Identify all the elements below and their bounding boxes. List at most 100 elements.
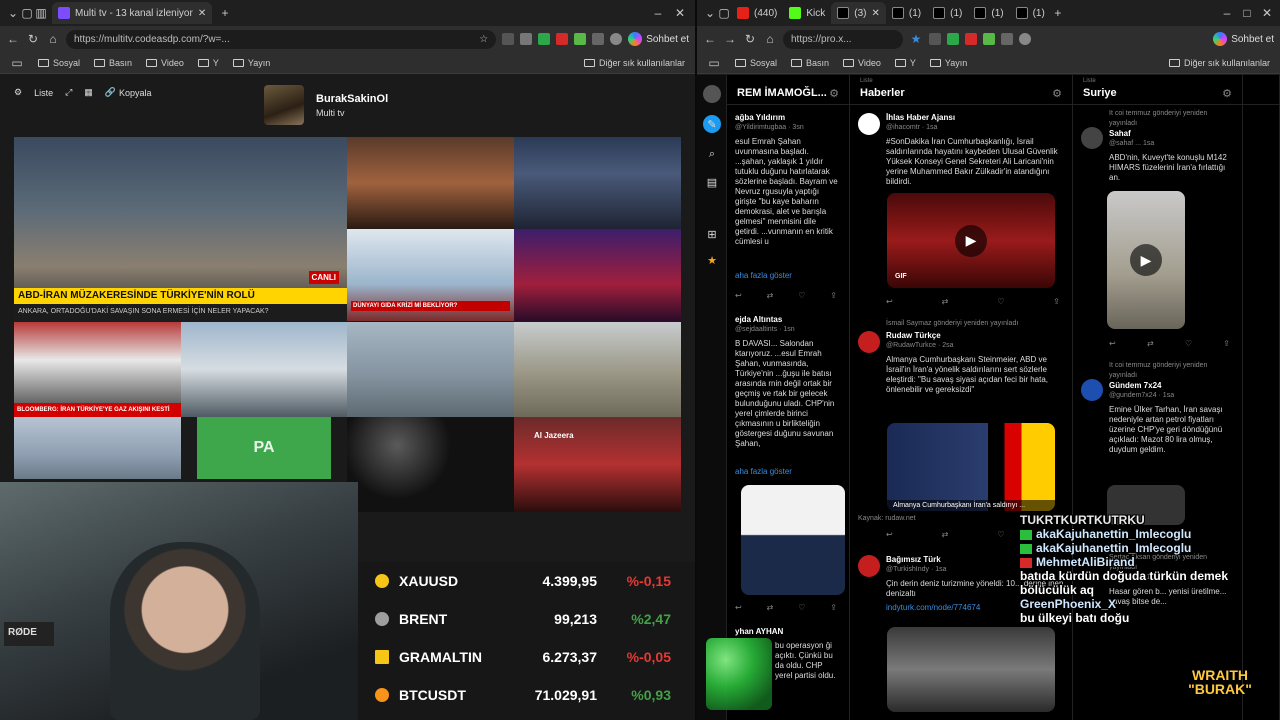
tweet-video[interactable]: ▶ — [1107, 191, 1185, 329]
bookmark-folder-y[interactable]: Y — [894, 58, 916, 68]
tweet-image[interactable]: Almanya Cumhurbaşkanı İran'a saldırıyı .… — [887, 423, 1055, 511]
video-tile[interactable] — [347, 137, 514, 229]
video-tile[interactable] — [347, 417, 514, 512]
search-icon[interactable]: ⌕ — [703, 145, 721, 163]
forward-icon[interactable]: → — [723, 32, 737, 46]
new-tab-icon[interactable]: + — [1051, 6, 1065, 20]
tab-multitv[interactable]: Multi tv - 13 kanal izleniyor ✕ — [52, 2, 212, 24]
back-icon[interactable]: ← — [703, 32, 717, 46]
favorite-star-icon[interactable]: ☆ — [479, 34, 488, 45]
play-icon[interactable]: ▶ — [1130, 244, 1162, 276]
tab-actions-icon[interactable]: ⌄ — [6, 6, 20, 20]
play-icon[interactable]: ▶ — [955, 224, 987, 257]
home-icon[interactable]: ⌂ — [46, 32, 60, 46]
gear-icon[interactable]: ⚙ — [1222, 87, 1232, 100]
copy-button[interactable]: 🔗 Kopyala — [105, 87, 152, 98]
tab-sidebar-icon[interactable]: ▥ — [34, 6, 48, 20]
extension-icon[interactable] — [929, 33, 941, 45]
tab-x[interactable]: (3) ✕ — [831, 2, 886, 24]
extension-icon[interactable] — [520, 33, 533, 45]
back-icon[interactable]: ← — [6, 32, 20, 46]
share-icon[interactable]: ⇪ — [1223, 339, 1230, 348]
address-bar[interactable]: https://multitv.codeasdp.com/?w=... ☆ — [66, 29, 497, 49]
profile-avatar[interactable] — [610, 33, 623, 45]
like-icon[interactable]: ♡ — [997, 530, 1004, 539]
retweet-icon[interactable]: ⇄ — [767, 603, 774, 612]
tweet-image[interactable] — [887, 627, 1055, 712]
tab-x[interactable]: (1) — [886, 2, 927, 24]
video-tile[interactable]: PA — [197, 417, 331, 479]
other-favorites[interactable]: Diğer sık kullanılanlar — [583, 58, 685, 68]
bookmark-folder-sosyal[interactable]: Sosyal — [735, 58, 777, 68]
extension-icon[interactable] — [592, 33, 605, 45]
tweet[interactable]: ejda Altıntas @sejdaaltints · 1sn B DAVA… — [727, 315, 849, 465]
extension-icon[interactable] — [502, 33, 515, 45]
close-window-icon[interactable]: ✕ — [1260, 6, 1274, 20]
video-tile[interactable]: CANLI ABD-İRAN MÜZAKERESİNDE TÜRKİYE'NİN… — [14, 137, 347, 322]
close-tab-icon[interactable]: ✕ — [872, 8, 880, 19]
extension-icon[interactable] — [1001, 33, 1013, 45]
like-icon[interactable]: ♡ — [997, 297, 1004, 306]
minimize-icon[interactable]: – — [1220, 6, 1234, 20]
gear-icon[interactable]: ⚙ — [829, 87, 839, 100]
extension-icon[interactable] — [947, 33, 959, 45]
reply-icon[interactable]: ↩ — [1109, 339, 1116, 348]
tweet-image[interactable] — [741, 485, 845, 595]
tab-youtube[interactable]: (440) — [731, 2, 783, 24]
settings-button[interactable]: ⚙ — [14, 87, 22, 98]
tab-x[interactable]: (1) — [927, 2, 968, 24]
bookmark-folder-basin[interactable]: Basın — [791, 58, 829, 68]
video-tile[interactable]: Al Jazeera — [514, 417, 681, 512]
tab-x[interactable]: (1) — [1010, 2, 1051, 24]
retweet-icon[interactable]: ⇄ — [1147, 339, 1154, 348]
extension-icon[interactable] — [983, 33, 995, 45]
video-tile[interactable] — [514, 137, 681, 229]
close-window-icon[interactable]: ✕ — [673, 6, 687, 20]
reading-list-icon[interactable]: ▭ — [707, 56, 721, 70]
share-icon[interactable]: ⇪ — [1053, 297, 1060, 306]
like-icon[interactable]: ♡ — [1185, 339, 1192, 348]
reply-icon[interactable]: ↩ — [735, 291, 742, 300]
video-tile[interactable] — [347, 322, 514, 417]
other-favorites[interactable]: Diğer sık kullanılanlar — [1168, 58, 1270, 68]
share-icon[interactable]: ⇪ — [830, 603, 837, 612]
tab-x[interactable]: (1) — [968, 2, 1009, 24]
bookmark-folder-sosyal[interactable]: Sosyal — [38, 58, 80, 68]
tweet[interactable]: İsmail Saymaz gönderiyi yeniden yayınlad… — [850, 319, 1072, 329]
reply-icon[interactable]: ↩ — [886, 530, 893, 539]
gear-icon[interactable]: ⚙ — [1052, 87, 1062, 100]
tab-actions-icon[interactable]: ⌄ — [703, 6, 717, 20]
bookmark-folder-y[interactable]: Y — [197, 58, 219, 68]
show-more-link[interactable]: aha fazla göster — [727, 271, 849, 281]
tweet[interactable]: It coi temmuz gönderiyi yeniden yayınlad… — [1073, 361, 1242, 455]
workspaces-icon[interactable]: ▢ — [717, 6, 731, 20]
reading-list-icon[interactable]: ▭ — [10, 56, 24, 70]
video-tile[interactable] — [514, 322, 681, 417]
address-bar[interactable]: https://pro.x... — [783, 29, 903, 49]
bookmark-folder-basin[interactable]: Basın — [94, 58, 132, 68]
add-column-icon[interactable]: ⊞ — [703, 225, 721, 243]
bookmark-folder-yayin[interactable]: Yayın — [232, 58, 270, 68]
copilot-button[interactable]: Sohbet et — [1213, 32, 1274, 46]
video-tile[interactable] — [181, 322, 347, 417]
tweet[interactable]: It coi temmuz gönderiyi yeniden yayınlad… — [1073, 109, 1242, 183]
bookmark-folder-video[interactable]: Video — [146, 58, 184, 68]
retweet-icon[interactable]: ⇄ — [767, 291, 774, 300]
compose-icon[interactable]: ✎ — [703, 115, 721, 133]
tab-kick[interactable]: Kick — [783, 2, 831, 24]
avatar[interactable] — [703, 85, 721, 103]
bookmark-folder-yayin[interactable]: Yayın — [929, 58, 967, 68]
video-tile[interactable]: DÜNYAYI GIDA KRİZİ Mİ BEKLİYOR? — [347, 229, 514, 321]
home-icon[interactable]: ⌂ — [763, 32, 777, 46]
reply-icon[interactable]: ↩ — [886, 297, 893, 306]
extension-icon[interactable] — [965, 33, 977, 45]
reply-icon[interactable]: ↩ — [735, 603, 742, 612]
video-tile[interactable] — [14, 417, 181, 479]
star-icon[interactable]: ★ — [703, 251, 721, 269]
bookmark-folder-video[interactable]: Video — [843, 58, 881, 68]
list-button[interactable]: Liste — [34, 88, 53, 98]
columns-icon[interactable]: ▤ — [703, 173, 721, 191]
tweet[interactable]: İhlas Haber Ajansı @ihacomtr · 1sa #SonD… — [850, 113, 1072, 187]
retweet-icon[interactable]: ⇄ — [942, 530, 949, 539]
favorite-star-icon[interactable]: ★ — [909, 32, 923, 46]
